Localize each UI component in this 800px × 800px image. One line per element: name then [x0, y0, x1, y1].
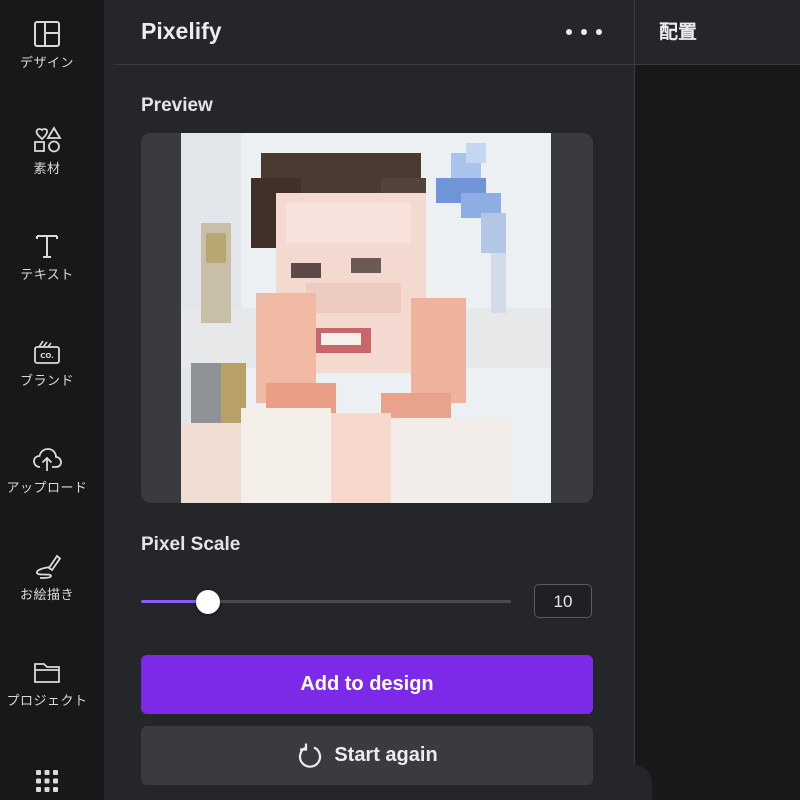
folder-icon	[34, 663, 60, 683]
start-again-label: Start again	[334, 744, 438, 766]
panel-header: Pixelify	[114, 0, 634, 65]
refresh-icon	[299, 743, 322, 768]
arrange-tab-title[interactable]: 配置	[659, 17, 697, 44]
app-panel: Pixelify Preview Pixel Scale 10 Add to d…	[114, 0, 634, 800]
pixel-scale-input[interactable]: 10	[534, 584, 592, 618]
preview-label: Preview	[141, 95, 213, 116]
nav-label-design: デザイン	[19, 56, 74, 71]
nav-item-brand[interactable]: CO. ブランド	[0, 336, 94, 389]
draw-icon	[36, 554, 62, 579]
nav-item-design[interactable]: デザイン	[0, 18, 94, 71]
apps-grid-icon	[36, 770, 58, 792]
slider-thumb[interactable]	[196, 590, 220, 614]
pixel-scale-label: Pixel Scale	[141, 534, 241, 555]
nav-label-text: テキスト	[20, 268, 74, 283]
add-to-design-label: Add to design	[300, 673, 434, 695]
nav-item-apps[interactable]	[0, 765, 94, 797]
pixel-scale-slider[interactable]	[141, 588, 511, 616]
preview-frame	[141, 133, 593, 503]
canvas-area: 配置	[634, 0, 800, 800]
svg-text:CO.: CO.	[40, 352, 54, 360]
upload-icon	[33, 448, 62, 471]
nav-label-brand: ブランド	[19, 374, 74, 389]
pixelated-preview-image	[181, 133, 551, 503]
brand-icon: CO.	[34, 340, 60, 364]
nav-item-text[interactable]: テキスト	[0, 230, 94, 283]
nav-item-elements[interactable]: 素材	[0, 124, 94, 177]
nav-label-projects: プロジェクト	[6, 694, 88, 709]
nav-label-draw: お絵描き	[19, 588, 74, 603]
side-nav-rail: デザイン 素材 テキスト CO. ブランド アップロード お絵描き プロジェクト	[0, 0, 104, 800]
preview-image-graphic	[181, 133, 551, 503]
panel-title: Pixelify	[141, 18, 222, 44]
nav-label-elements: 素材	[33, 162, 61, 177]
layout-icon	[34, 21, 60, 47]
rail-divider	[104, 0, 114, 800]
start-again-button[interactable]: Start again	[141, 726, 593, 785]
add-to-design-button[interactable]: Add to design	[141, 655, 593, 714]
elements-icon	[34, 126, 62, 153]
canvas-header: 配置	[635, 0, 800, 65]
more-options-button[interactable]	[566, 18, 602, 46]
nav-label-upload: アップロード	[6, 481, 88, 496]
nav-item-upload[interactable]: アップロード	[0, 443, 94, 496]
text-icon	[36, 235, 58, 258]
nav-item-draw[interactable]: お絵描き	[0, 550, 94, 603]
more-dots-icon	[566, 29, 572, 35]
nav-item-projects[interactable]: プロジェクト	[0, 656, 94, 709]
